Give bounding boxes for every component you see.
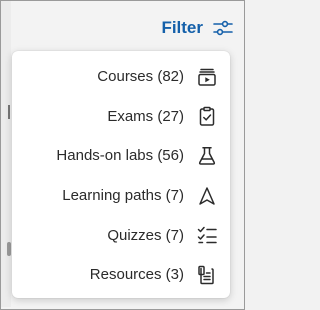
background-divider [8, 105, 10, 119]
menu-item-hands-on-labs[interactable]: Hands-on labs (56) [12, 136, 230, 176]
flask-icon [196, 145, 218, 167]
menu-item-label: Exams (27) [107, 107, 184, 125]
checklist-icon [196, 224, 218, 246]
menu-item-label: Hands-on labs (56) [56, 147, 184, 165]
filter-label: Filter [161, 18, 203, 37]
course-play-icon [196, 66, 218, 88]
menu-item-learning-paths[interactable]: Learning paths (7) [12, 176, 230, 216]
menu-item-resources[interactable]: Resources (3) [12, 255, 230, 295]
sliders-icon [213, 19, 233, 37]
document-icon [196, 264, 218, 286]
background-marker [7, 242, 11, 256]
menu-item-label: Quizzes (7) [107, 226, 184, 244]
menu-item-label: Resources (3) [89, 266, 184, 284]
filter-menu: Courses (82) Exams (27) Hands-on labs (5… [12, 51, 230, 298]
menu-item-quizzes[interactable]: Quizzes (7) [12, 215, 230, 255]
menu-item-courses[interactable]: Courses (82) [12, 57, 230, 97]
menu-item-label: Courses (82) [97, 68, 184, 86]
clipboard-check-icon [196, 105, 218, 127]
filter-button[interactable]: Filter [161, 18, 233, 38]
menu-item-exams[interactable]: Exams (27) [12, 97, 230, 137]
menu-item-label: Learning paths (7) [62, 187, 184, 205]
background-content-strip [1, 1, 11, 307]
navigation-arrow-icon [196, 185, 218, 207]
